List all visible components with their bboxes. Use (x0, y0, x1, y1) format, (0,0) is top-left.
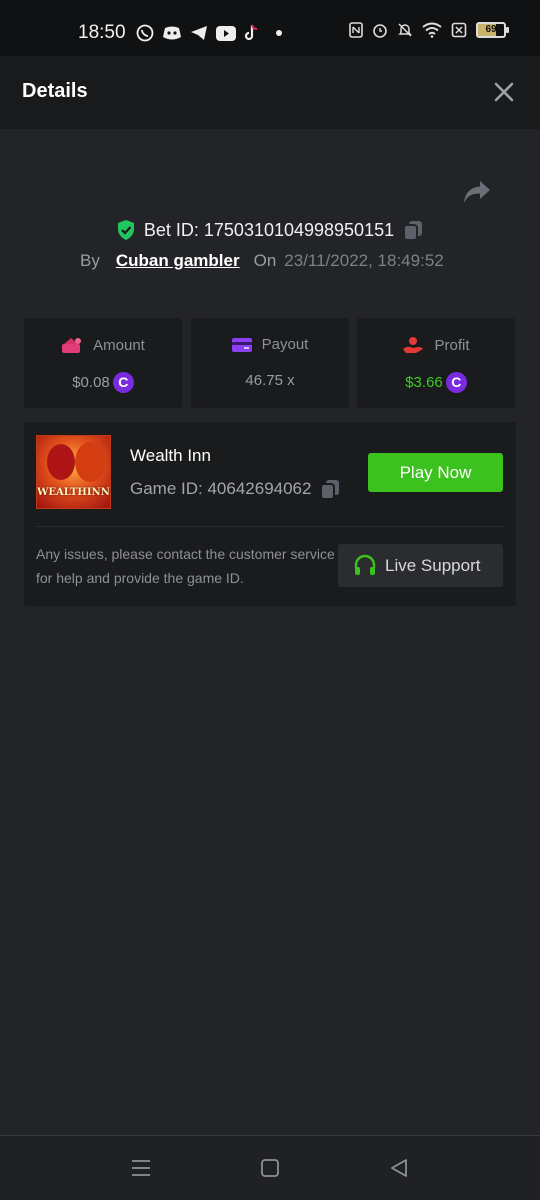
nfc-icon (349, 22, 363, 38)
status-bar: 18:50 69 (0, 0, 540, 56)
profit-hand-icon (403, 337, 424, 353)
menu-icon[interactable] (129, 1156, 153, 1180)
whatsapp-icon (136, 24, 154, 42)
notification-icons (136, 24, 282, 42)
by-label: By (80, 251, 100, 270)
amount-card: Amount $0.08 C (24, 318, 182, 408)
profit-header: Profit (357, 336, 515, 354)
on-label: On (253, 251, 277, 270)
bet-id: Bet ID: 1750310104998950151 (143, 219, 395, 240)
wifi-icon (422, 22, 442, 38)
payout-value: 46.75 x (245, 372, 295, 389)
alarm-icon (373, 24, 387, 38)
payout-header: Payout (191, 336, 349, 353)
amount-value: $0.08 (72, 374, 110, 391)
profit-value: $3.66 (405, 374, 443, 391)
coin-icon: C (112, 372, 134, 393)
system-nav-bar (0, 1135, 540, 1200)
user-link[interactable]: Cuban gambler (116, 251, 240, 271)
more-notifications-dot (276, 30, 282, 36)
play-now-button[interactable]: Play Now (368, 453, 503, 492)
amount-value-row: $0.08 C (24, 372, 182, 393)
system-status: 69 (349, 22, 509, 38)
game-id-row: Game ID: 40642694062 (130, 478, 341, 500)
battery-level: 69 (485, 24, 497, 35)
mute-icon (398, 23, 412, 37)
payout-label: Payout (261, 336, 309, 353)
headset-icon (354, 554, 376, 575)
help-text: Any issues, please contact the customer … (36, 546, 335, 586)
details-header: Details (0, 56, 540, 129)
amount-label: Amount (93, 336, 145, 354)
bet-id-row: Bet ID: 1750310104998950151 (0, 216, 540, 244)
live-support-label: Live Support (385, 555, 481, 575)
shield-check-icon (117, 220, 134, 240)
game-card: WEALTHINN Wealth Inn Game ID: 4064269406… (24, 422, 516, 606)
page-title: Details (22, 80, 88, 102)
back-icon[interactable] (387, 1156, 411, 1180)
profit-value-row: $3.66 C (357, 372, 515, 393)
youtube-icon (216, 25, 236, 41)
copy-game-id-icon[interactable] (319, 478, 341, 500)
close-icon[interactable] (492, 80, 516, 104)
tiktok-icon (244, 24, 258, 41)
card-icon (231, 337, 252, 352)
profit-card: Profit $3.66 C (357, 318, 515, 408)
game-thumbnail-title: WEALTHINN (37, 487, 110, 498)
game-name: Wealth Inn (130, 446, 211, 465)
live-support-button[interactable]: Live Support (338, 544, 503, 587)
amount-icon (62, 338, 82, 353)
payout-card: Payout 46.75 x (191, 318, 349, 408)
home-icon[interactable] (258, 1156, 282, 1180)
amount-header: Amount (24, 336, 182, 354)
battery-icon: 69 (476, 22, 509, 38)
bet-author-row: By Cuban gambler On 23/11/2022, 18:49:52 (80, 250, 444, 272)
sim-icon (451, 22, 467, 38)
coin-icon: C (445, 372, 467, 393)
game-id: Game ID: 40642694062 (130, 479, 312, 498)
copy-bet-id-icon[interactable] (402, 219, 424, 241)
profit-label: Profit (434, 336, 470, 354)
divider (36, 526, 504, 527)
bet-datetime: 23/11/2022, 18:49:52 (284, 251, 444, 270)
game-thumbnail[interactable]: WEALTHINN (36, 435, 111, 509)
status-time: 18:50 (78, 22, 126, 43)
discord-icon (163, 26, 181, 40)
share-icon[interactable] (462, 178, 492, 206)
payout-value-row: 46.75 x (191, 372, 349, 389)
telegram-icon (191, 26, 207, 40)
